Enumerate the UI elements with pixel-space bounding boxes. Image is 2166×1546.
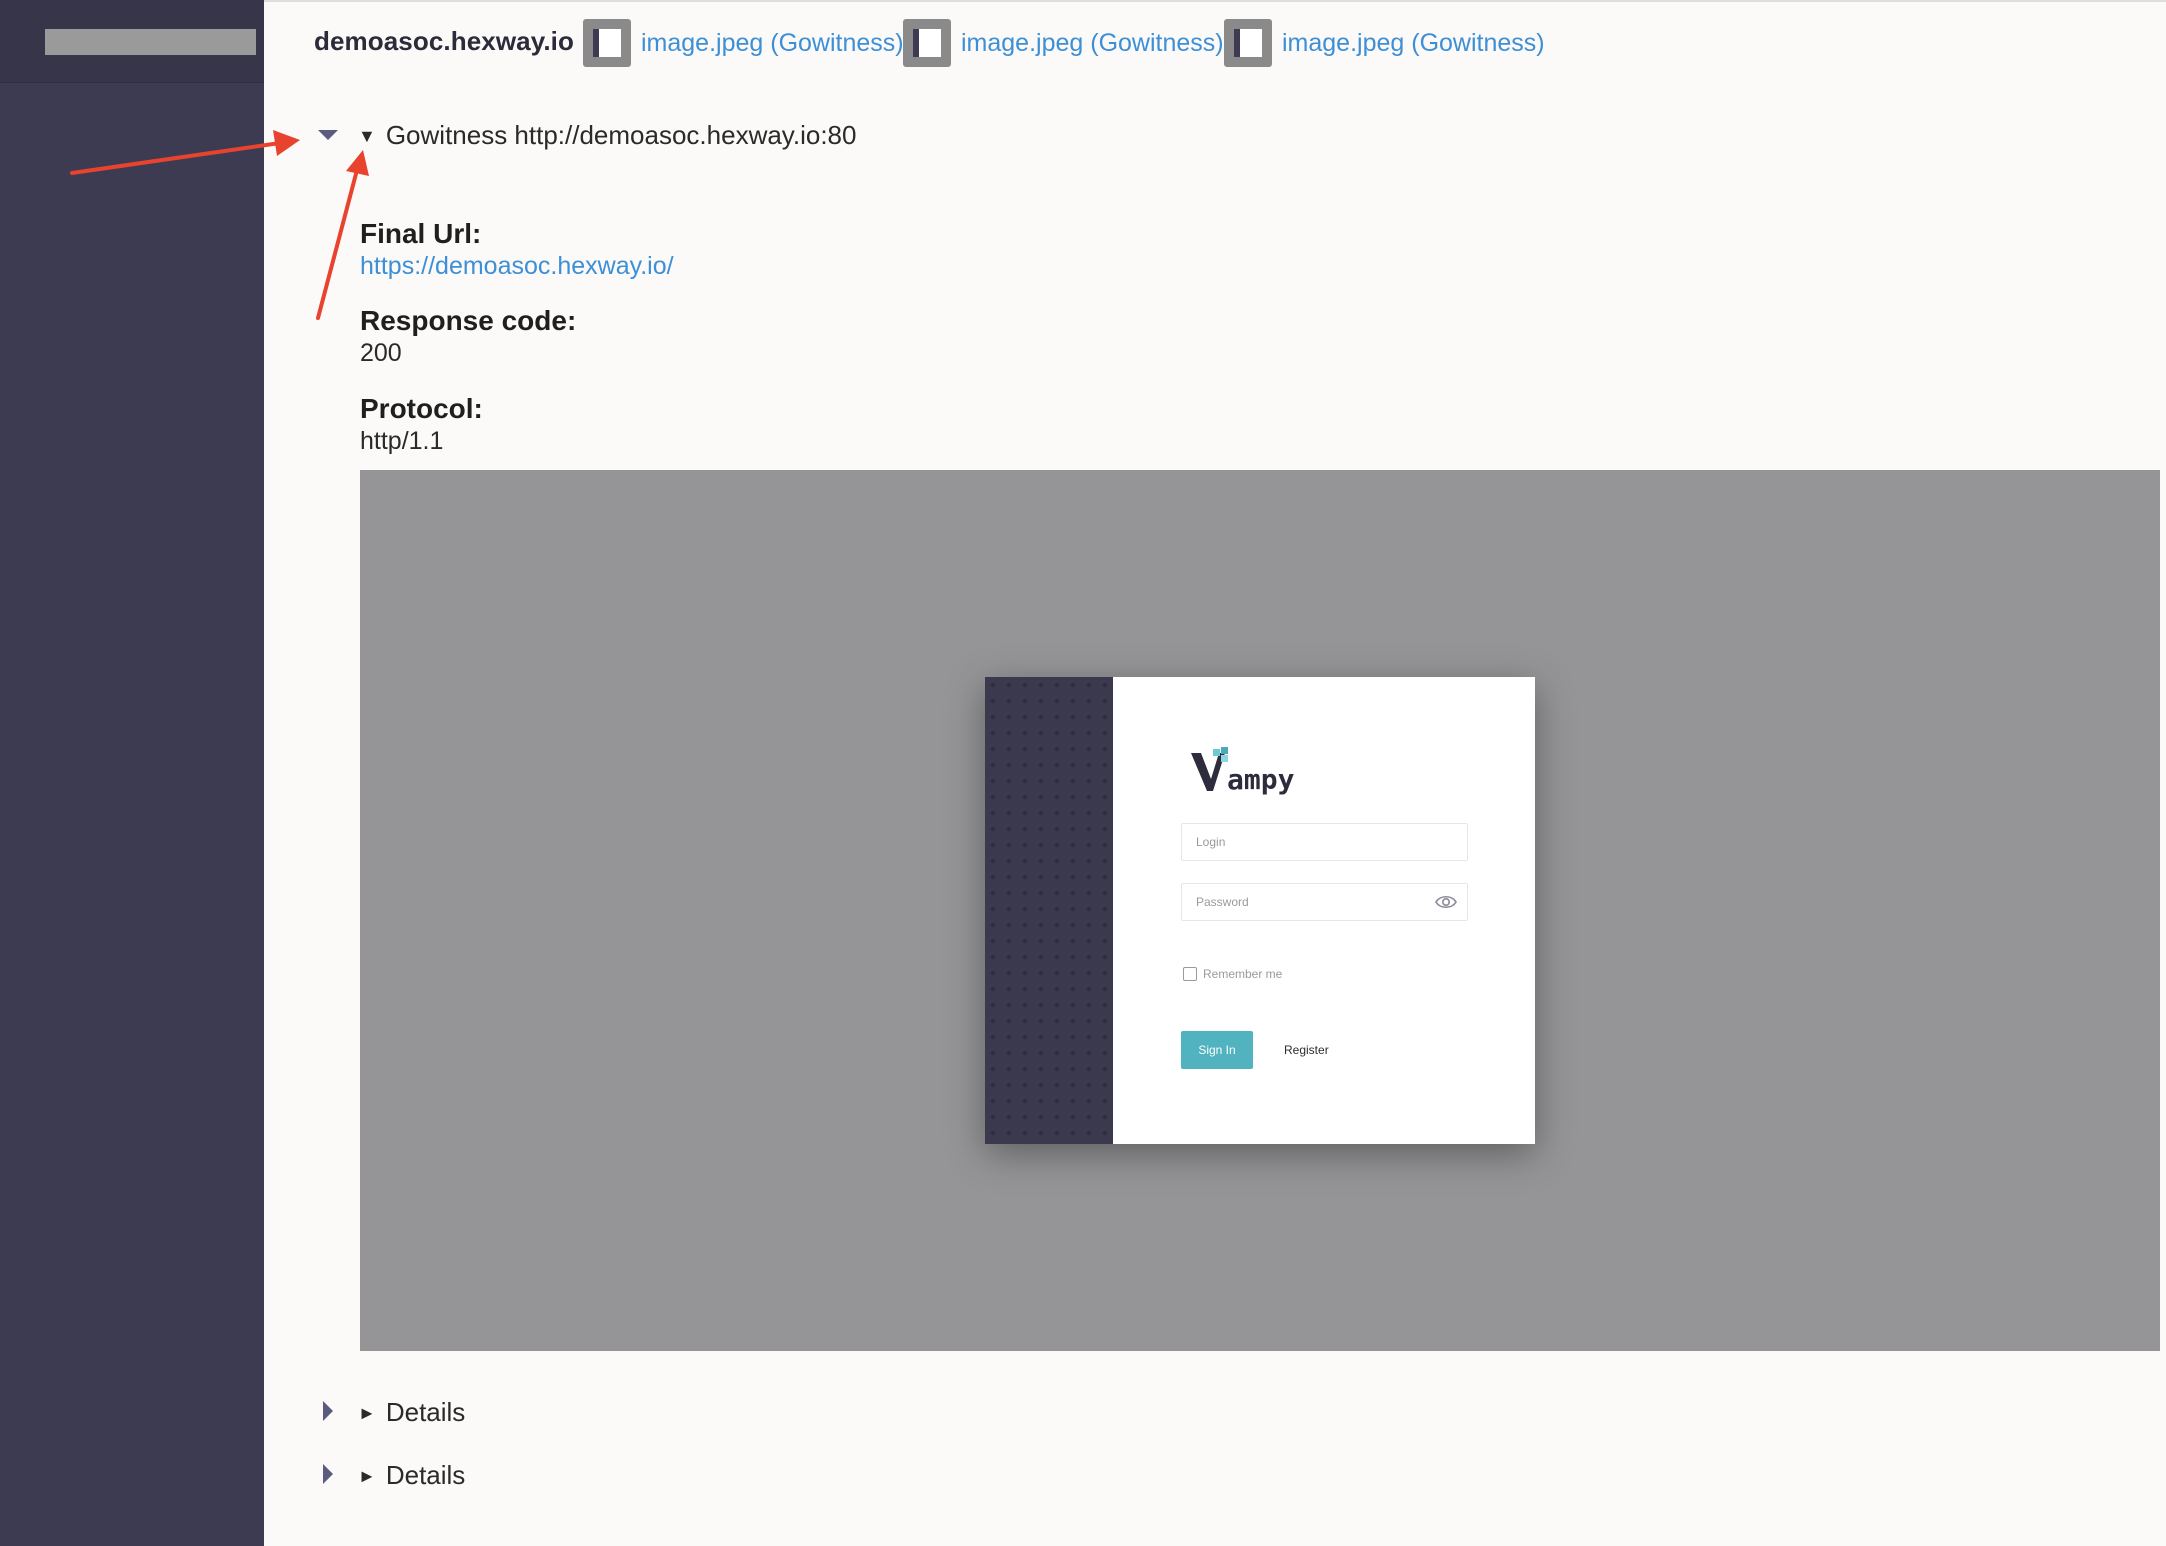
details-label: Details <box>385 1397 466 1427</box>
login-card: ampy Login Password Remember me Sign In … <box>985 677 1535 1144</box>
details-marker: ► <box>358 1403 376 1423</box>
response-code-label: Response code: <box>360 305 577 336</box>
caret-right-icon[interactable] <box>323 1401 333 1421</box>
remember-me: Remember me <box>1183 967 1282 981</box>
redacted-project-name <box>45 29 256 55</box>
image-thumbnail-icon[interactable] <box>1224 19 1272 67</box>
summary-text: Gowitness http://demoasoc.hexway.io:80 <box>385 120 857 150</box>
gowitness-summary[interactable]: ▼ Gowitness http://demoasoc.hexway.io:80 <box>358 120 856 151</box>
attachment-3[interactable]: image.jpeg (Gowitness) <box>1224 19 1545 67</box>
attachment-link[interactable]: image.jpeg (Gowitness) <box>641 29 904 58</box>
caret-right-icon[interactable] <box>323 1464 333 1484</box>
login-card-side-panel <box>985 677 1113 1144</box>
login-field: Login <box>1181 823 1468 861</box>
details-marker: ► <box>358 1466 376 1486</box>
password-field: Password <box>1181 883 1468 921</box>
attachment-link[interactable]: image.jpeg (Gowitness) <box>1282 29 1545 58</box>
details-summary-2[interactable]: ► Details <box>358 1460 465 1491</box>
attachment-1[interactable]: image.jpeg (Gowitness) <box>583 19 904 67</box>
summary-marker: ▼ <box>358 126 376 146</box>
top-divider <box>264 0 2166 2</box>
brand-text: ampy <box>1227 763 1295 796</box>
final-url-label: Final Url: <box>360 218 482 249</box>
image-thumbnail-icon[interactable] <box>903 19 951 67</box>
remember-checkbox <box>1183 967 1197 981</box>
sidebar-header <box>0 0 264 83</box>
register-link: Register <box>1284 1043 1329 1057</box>
caret-down-icon[interactable] <box>318 130 338 140</box>
gowitness-screenshot[interactable]: ampy Login Password Remember me Sign In … <box>360 470 2160 1351</box>
response-code-value: 200 <box>360 339 402 367</box>
final-url-link[interactable]: https://demoasoc.hexway.io/ <box>360 252 674 280</box>
image-thumbnail-icon[interactable] <box>583 19 631 67</box>
details-summary-1[interactable]: ► Details <box>358 1397 465 1428</box>
protocol-label: Protocol: <box>360 393 483 424</box>
sidebar <box>0 0 264 1546</box>
sign-in-button: Sign In <box>1181 1031 1253 1069</box>
eye-icon <box>1435 895 1457 909</box>
attachment-link[interactable]: image.jpeg (Gowitness) <box>961 29 1224 58</box>
protocol-value: http/1.1 <box>360 427 444 455</box>
password-placeholder: Password <box>1196 895 1249 909</box>
login-card-main: ampy Login Password Remember me Sign In … <box>1113 677 1535 1144</box>
vampy-logo: ampy <box>1191 747 1295 796</box>
details-label: Details <box>385 1460 466 1490</box>
host-title: demoasoc.hexway.io <box>314 26 574 56</box>
final-url-value[interactable]: https://demoasoc.hexway.io/ <box>360 252 674 281</box>
attachment-2[interactable]: image.jpeg (Gowitness) <box>903 19 1224 67</box>
remember-label: Remember me <box>1203 967 1283 981</box>
